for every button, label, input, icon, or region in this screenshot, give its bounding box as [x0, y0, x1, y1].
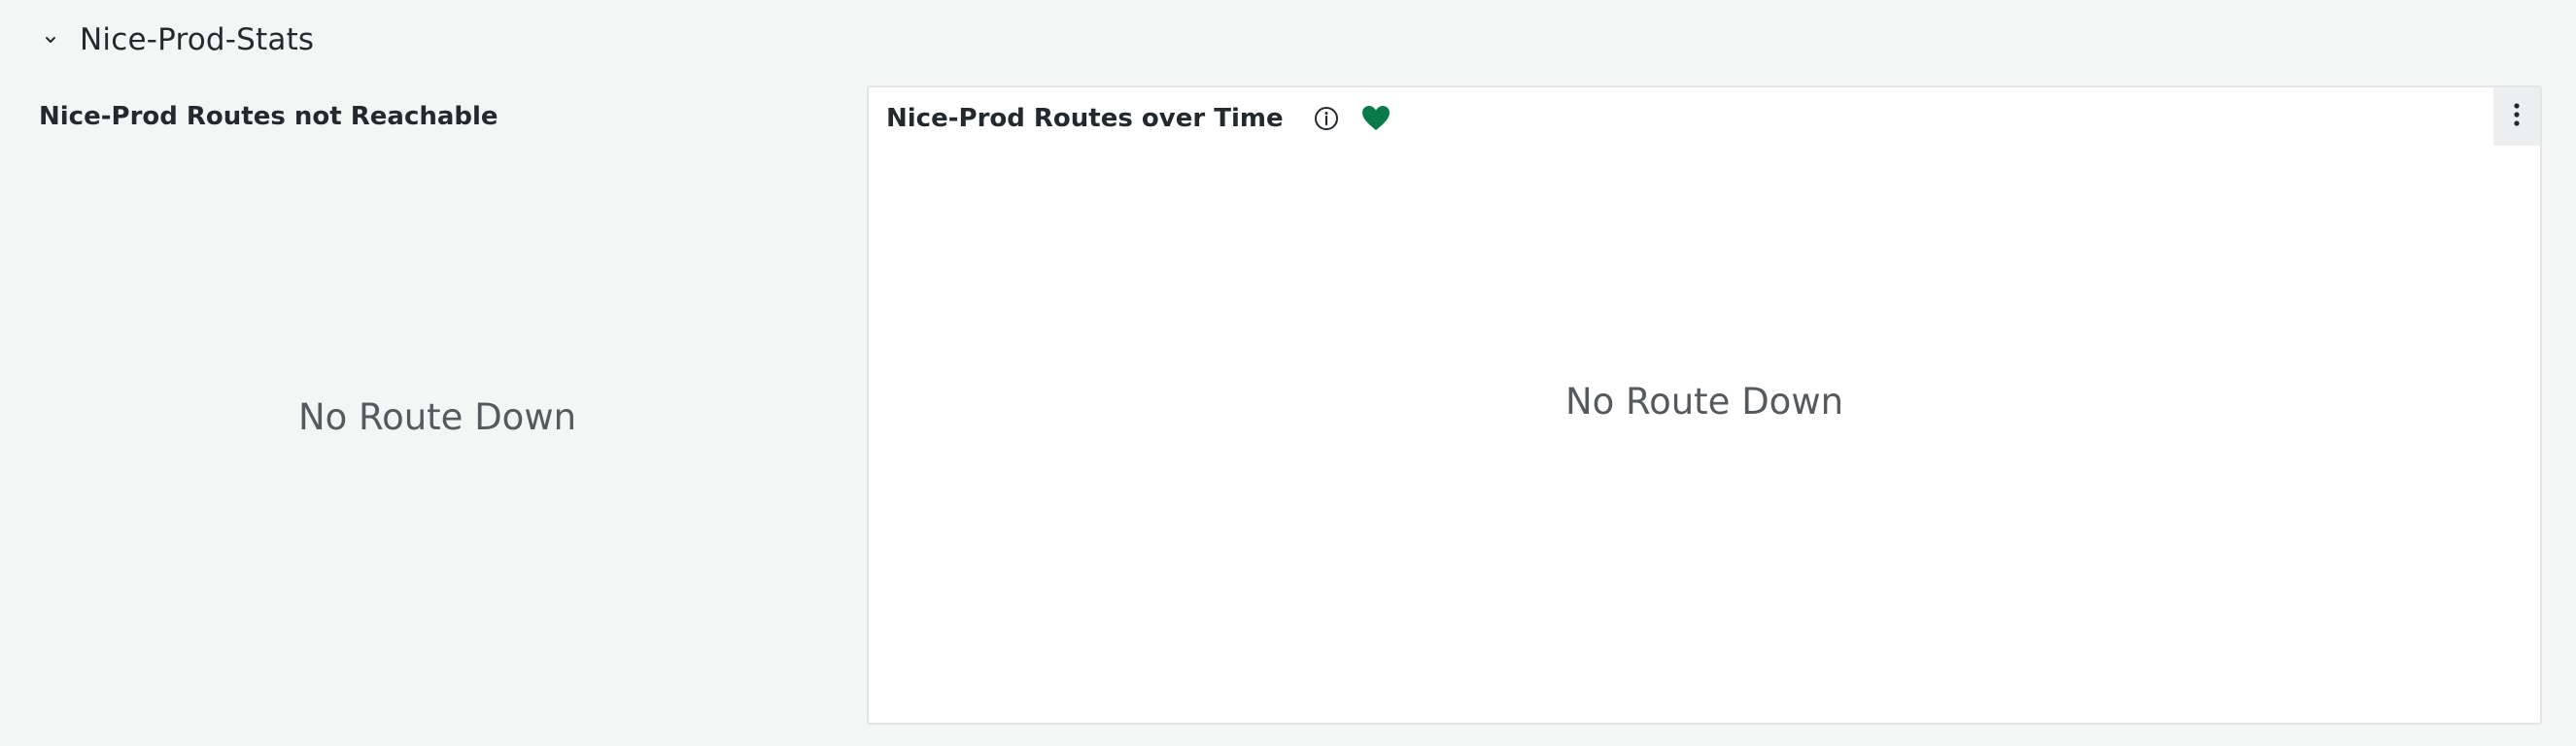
row-toggle[interactable]: Nice-Prod-Stats — [39, 17, 314, 62]
panel-routes-not-reachable: Nice-Prod Routes not Reachable No Route … — [39, 85, 836, 725]
panel-routes-over-time: Nice-Prod Routes over Time No Route Down — [867, 85, 2542, 725]
panel-message: No Route Down — [297, 395, 577, 438]
panel-message: No Route Down — [1564, 380, 1844, 423]
chevron-down-icon[interactable] — [39, 28, 62, 51]
row-title: Nice-Prod-Stats — [80, 22, 315, 57]
